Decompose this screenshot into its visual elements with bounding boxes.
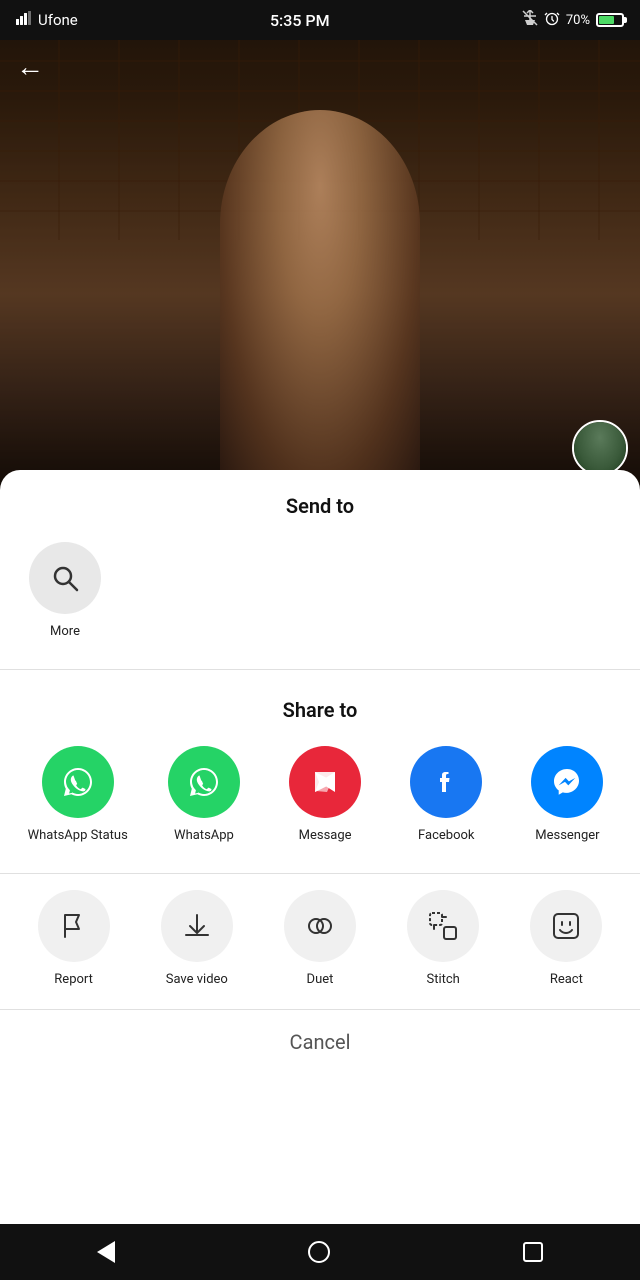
share-whatsapp-status[interactable]: WhatsApp Status bbox=[28, 746, 128, 845]
action-duet[interactable]: Duet bbox=[275, 890, 365, 989]
report-icon-circle bbox=[38, 890, 110, 962]
message-label: Message bbox=[299, 828, 352, 845]
facebook-icon-circle bbox=[410, 746, 482, 818]
alarm-icon bbox=[544, 10, 560, 30]
whatsapp-icon bbox=[168, 746, 240, 818]
carrier-name: Ufone bbox=[38, 11, 78, 29]
duet-icon-circle bbox=[284, 890, 356, 962]
messenger-label: Messenger bbox=[535, 828, 599, 845]
share-grid: WhatsApp Status WhatsApp bbox=[0, 738, 640, 865]
action-report[interactable]: Report bbox=[29, 890, 119, 989]
stitch-icon-circle bbox=[407, 890, 479, 962]
action-row: Report Save video Duet bbox=[0, 882, 640, 1009]
save-video-label: Save video bbox=[166, 972, 228, 989]
status-icons: 70% bbox=[522, 10, 624, 30]
status-bar: Ufone 5:35 PM 70% bbox=[0, 0, 640, 40]
download-icon bbox=[180, 909, 214, 943]
search-icon bbox=[49, 562, 81, 594]
whatsapp-status-icon bbox=[42, 746, 114, 818]
avatar-thumbnail[interactable] bbox=[572, 420, 628, 476]
messenger-icon-circle bbox=[531, 746, 603, 818]
stitch-label: Stitch bbox=[426, 972, 459, 989]
recents-square-icon bbox=[523, 1242, 543, 1262]
status-carrier: Ufone bbox=[16, 11, 78, 29]
whatsapp-status-label: WhatsApp Status bbox=[28, 828, 128, 845]
back-button[interactable]: ← bbox=[16, 50, 44, 83]
more-icon-circle bbox=[29, 542, 101, 614]
report-label: Report bbox=[54, 972, 93, 989]
nav-recents-button[interactable] bbox=[499, 1234, 567, 1270]
facebook-icon bbox=[428, 764, 464, 800]
flag-icon bbox=[57, 909, 91, 943]
react-label: React bbox=[550, 972, 583, 989]
messenger-icon bbox=[549, 764, 585, 800]
bottom-sheet: Send to More Share to WhatsApp Status bbox=[0, 470, 640, 1280]
message-icon bbox=[307, 764, 343, 800]
home-circle-icon bbox=[308, 1241, 330, 1263]
battery-icon bbox=[596, 13, 624, 27]
share-messenger[interactable]: Messenger bbox=[522, 746, 612, 845]
stitch-icon bbox=[426, 909, 460, 943]
action-stitch[interactable]: Stitch bbox=[398, 890, 488, 989]
signal-icon bbox=[16, 11, 34, 29]
save-video-icon-circle bbox=[161, 890, 233, 962]
divider-2 bbox=[0, 873, 640, 874]
send-to-row: More bbox=[0, 534, 640, 661]
nav-back-button[interactable] bbox=[73, 1233, 139, 1271]
status-time: 5:35 PM bbox=[270, 11, 330, 30]
back-triangle-icon bbox=[97, 1241, 115, 1263]
divider-1 bbox=[0, 669, 640, 670]
more-label: More bbox=[50, 624, 80, 641]
react-icon bbox=[549, 909, 583, 943]
share-message[interactable]: Message bbox=[280, 746, 370, 845]
whatsapp-label: WhatsApp bbox=[174, 828, 234, 845]
navigation-bar bbox=[0, 1224, 640, 1280]
share-facebook[interactable]: Facebook bbox=[401, 746, 491, 845]
nav-home-button[interactable] bbox=[284, 1233, 354, 1271]
whatsapp-logo-2 bbox=[186, 764, 222, 800]
cancel-button[interactable]: Cancel bbox=[0, 1009, 640, 1074]
duet-label: Duet bbox=[307, 972, 334, 989]
share-whatsapp[interactable]: WhatsApp bbox=[159, 746, 249, 845]
message-icon-circle bbox=[289, 746, 361, 818]
more-option[interactable]: More bbox=[20, 542, 110, 641]
action-react[interactable]: React bbox=[521, 890, 611, 989]
battery-percentage: 70% bbox=[566, 13, 590, 28]
whatsapp-logo bbox=[60, 764, 96, 800]
duet-icon bbox=[303, 909, 337, 943]
video-background bbox=[0, 0, 640, 490]
react-icon-circle bbox=[530, 890, 602, 962]
facebook-label: Facebook bbox=[418, 828, 474, 845]
share-to-title: Share to bbox=[0, 678, 640, 738]
send-to-title: Send to bbox=[0, 470, 640, 534]
mute-icon bbox=[522, 10, 538, 30]
action-save-video[interactable]: Save video bbox=[152, 890, 242, 989]
